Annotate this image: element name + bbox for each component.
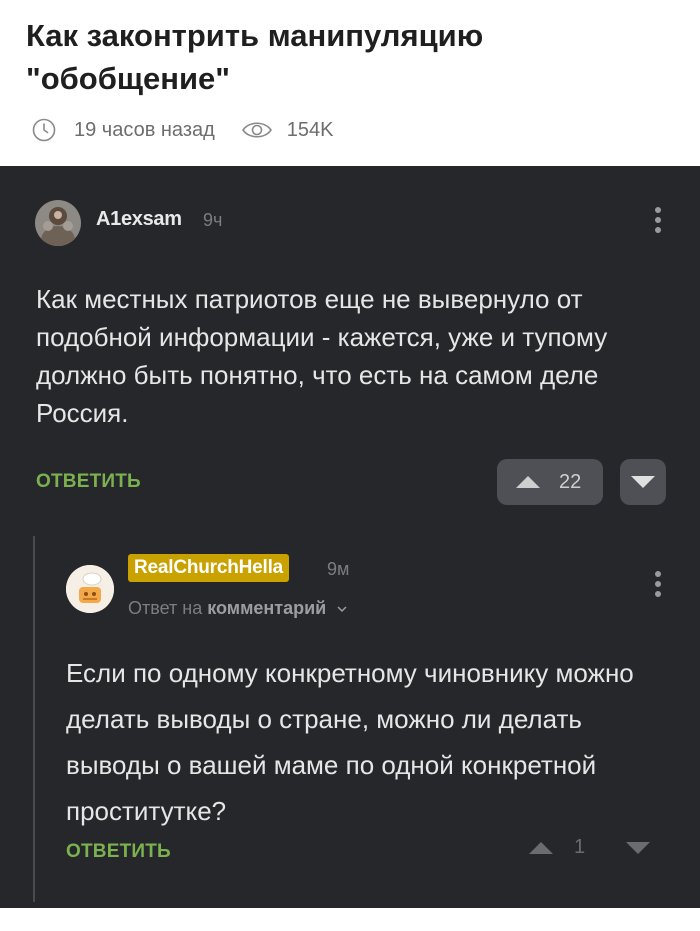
avatar[interactable] <box>35 200 81 246</box>
post-header: Как законтрить манипуляцию "обобщение" 1… <box>0 0 700 166</box>
post-title[interactable]: Как законтрить манипуляцию "обобщение" <box>26 14 666 100</box>
post-views: 154K <box>286 118 334 141</box>
downvote-button[interactable] <box>620 459 666 505</box>
comment-username[interactable]: A1exsam <box>96 208 182 231</box>
vote-count: 22 <box>559 470 582 493</box>
reply-button[interactable]: ОТВЕТИТЬ <box>36 471 141 493</box>
comment-username[interactable]: RealChurchHella <box>128 554 290 582</box>
upvote-button[interactable]: 22 <box>497 459 603 505</box>
comment-time: 9м <box>327 559 350 579</box>
footer-strip <box>0 908 700 931</box>
chevron-down-icon <box>337 606 347 613</box>
reply-to-prefix: Ответ на <box>128 598 203 618</box>
vote-controls: 1 <box>528 836 651 859</box>
more-options-icon[interactable] <box>654 207 662 237</box>
downvote-icon <box>631 476 655 488</box>
comment-text: Если по одному конкретному чиновнику мож… <box>66 658 634 826</box>
eye-icon <box>241 122 272 138</box>
downvote-icon[interactable] <box>625 841 651 855</box>
reply-to-target: комментарий <box>207 598 327 618</box>
more-options-icon[interactable] <box>654 571 662 601</box>
post-time: 19 часов назад <box>74 118 215 141</box>
comment-time: 9ч <box>203 210 223 230</box>
upvote-icon[interactable] <box>528 841 554 855</box>
comment-text: Как местных патриотов еще не вывернуло о… <box>36 284 608 428</box>
reply-to-link[interactable]: Ответ на комментарий <box>128 598 347 619</box>
thread-line[interactable] <box>33 536 35 902</box>
vote-count: 1 <box>574 836 586 858</box>
post-meta: 19 часов назад 154K <box>32 112 334 148</box>
clock-icon <box>32 118 56 142</box>
upvote-icon <box>516 476 540 488</box>
avatar[interactable] <box>66 565 114 613</box>
reply-button[interactable]: ОТВЕТИТЬ <box>66 841 171 863</box>
